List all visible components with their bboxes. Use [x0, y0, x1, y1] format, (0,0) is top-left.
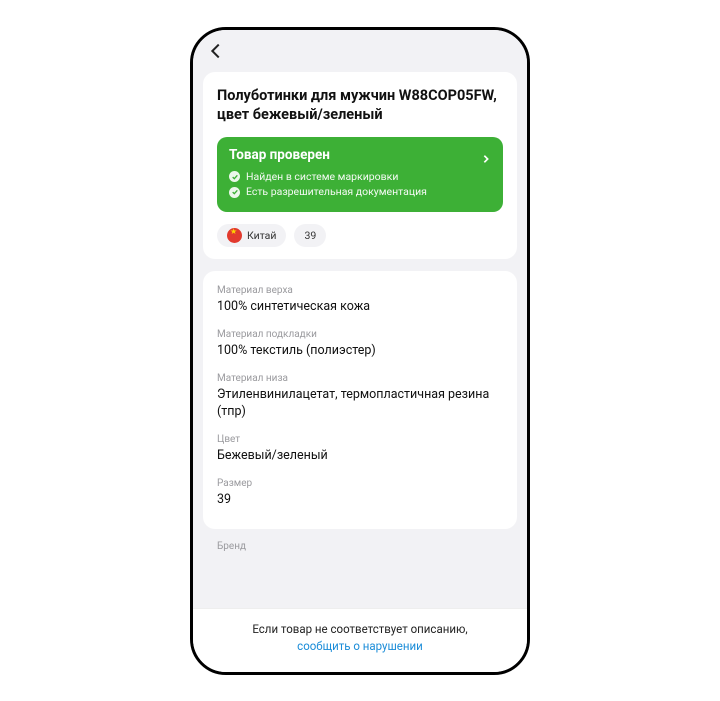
app-screen: Полуботинки для мужчин W88COP05FW, цвет … [193, 30, 527, 672]
verification-line: Есть разрешительная документация [229, 184, 491, 200]
chip-label: Китай [247, 229, 276, 242]
spec-brand-label-cutoff: Бренд [203, 541, 517, 552]
spec-value: 100% синтетическая кожа [217, 299, 503, 316]
country-chip[interactable]: Китай [217, 224, 286, 247]
spec-sole: Материал низа Этиленвинилацетат, термопл… [217, 373, 503, 421]
spec-lining: Материал подкладки 100% текстиль (полиэс… [217, 329, 503, 360]
chip-label: 39 [304, 229, 316, 242]
verification-title: Товар проверен [229, 147, 491, 163]
spec-value: Этиленвинилацетат, термопластичная резин… [217, 387, 503, 421]
spec-value: 39 [217, 492, 503, 509]
check-icon [229, 187, 240, 198]
spec-size: Размер 39 [217, 478, 503, 509]
spec-label: Материал низа [217, 373, 503, 384]
verification-text: Есть разрешительная документация [246, 184, 427, 200]
phone-side-button [529, 240, 530, 276]
verification-banner[interactable]: Товар проверен Найден в системе маркиров… [217, 137, 503, 213]
verification-text: Найден в системе маркировки [246, 169, 398, 185]
spec-label: Материал подкладки [217, 329, 503, 340]
footer-text: Если товар не соответствует описанию, [211, 621, 509, 638]
spec-value: Бежевый/зеленый [217, 448, 503, 465]
verification-line: Найден в системе маркировки [229, 169, 491, 185]
phone-frame: Полуботинки для мужчин W88COP05FW, цвет … [190, 27, 530, 675]
content-scroll[interactable]: Полуботинки для мужчин W88COP05FW, цвет … [193, 72, 527, 609]
footer-note: Если товар не соответствует описанию, со… [193, 608, 527, 672]
flag-china-icon [227, 228, 242, 243]
specs-card: Материал верха 100% синтетическая кожа М… [203, 271, 517, 529]
chevron-right-icon [481, 149, 491, 159]
spec-label: Размер [217, 478, 503, 489]
report-violation-link[interactable]: сообщить о нарушении [211, 638, 509, 655]
spec-color: Цвет Бежевый/зеленый [217, 434, 503, 465]
spec-value: 100% текстиль (полиэстер) [217, 343, 503, 360]
spec-label: Цвет [217, 434, 503, 445]
app-header [193, 30, 527, 72]
back-icon[interactable] [205, 40, 227, 62]
chips-row: Китай 39 [217, 224, 503, 247]
check-icon [229, 171, 240, 182]
product-header-card: Полуботинки для мужчин W88COP05FW, цвет … [203, 72, 517, 260]
spec-upper: Материал верха 100% синтетическая кожа [217, 285, 503, 316]
phone-side-button [529, 170, 530, 226]
size-chip[interactable]: 39 [294, 224, 326, 247]
product-title: Полуботинки для мужчин W88COP05FW, цвет … [217, 86, 503, 125]
spec-label: Материал верха [217, 285, 503, 296]
